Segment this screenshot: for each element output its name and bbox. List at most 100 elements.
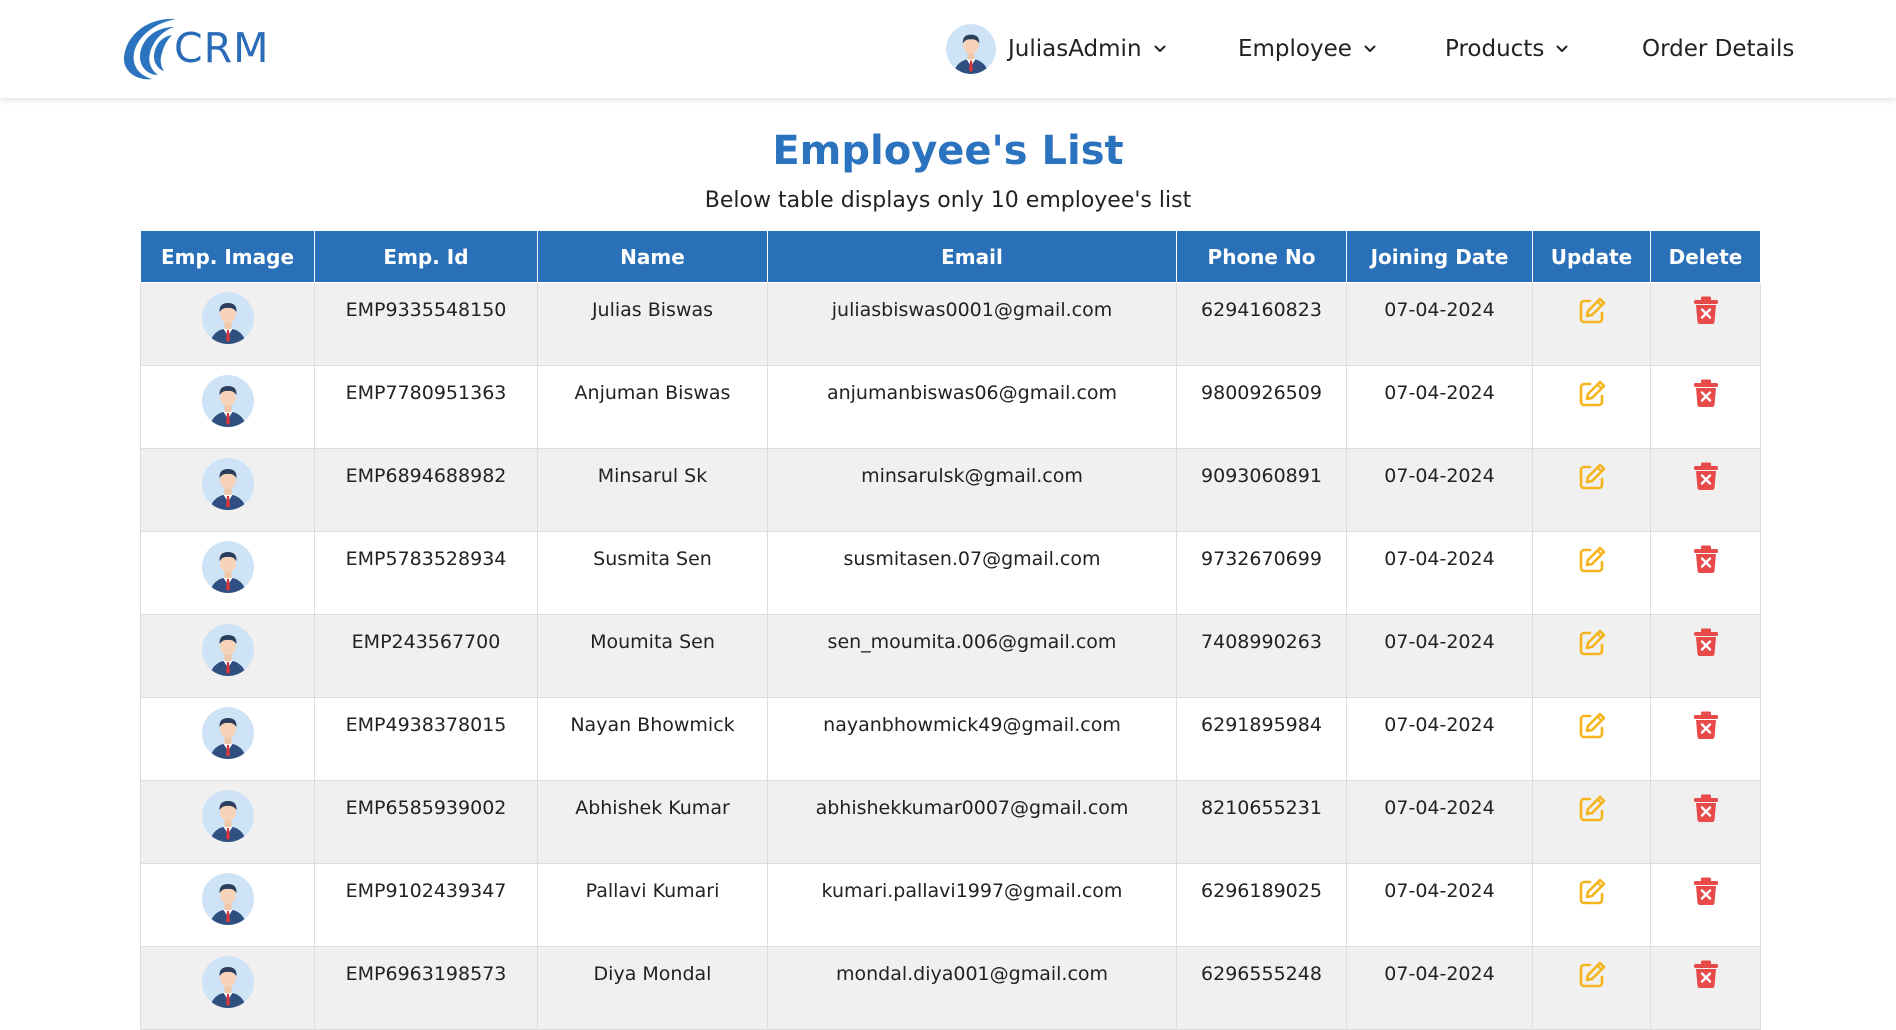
emp-joining-date: 07-04-2024 [1384,963,1495,985]
edit-icon[interactable] [1576,627,1608,664]
header-emp-id: Emp. Id [314,230,538,283]
emp-joining-date: 07-04-2024 [1384,382,1495,404]
joining-date-cell: 07-04-2024 [1346,946,1533,1030]
update-cell [1532,365,1651,449]
emp-name: Nayan Bhowmick [570,714,735,736]
emp-id-cell: EMP4938378015 [314,697,538,781]
trash-icon[interactable] [1692,378,1720,413]
update-cell [1532,531,1651,615]
trash-icon[interactable] [1692,793,1720,828]
order-details-label: Order Details [1642,36,1795,62]
edit-icon[interactable] [1576,378,1608,415]
emp-id: EMP9335548150 [345,299,507,321]
update-cell [1532,780,1651,864]
trash-icon[interactable] [1692,544,1720,579]
delete-cell [1650,614,1761,698]
employee-menu[interactable]: Employee [1238,0,1376,98]
emp-phone: 8210655231 [1201,797,1322,819]
phone-cell: 9800926509 [1176,365,1347,449]
products-menu[interactable]: Products [1445,0,1568,98]
emp-phone: 9800926509 [1201,382,1322,404]
edit-icon[interactable] [1576,461,1608,498]
name-cell: Pallavi Kumari [537,863,768,947]
emp-email: susmitasen.07@gmail.com [843,548,1101,570]
employee-avatar-icon [202,624,254,676]
emp-image-cell [140,946,315,1030]
joining-date-cell: 07-04-2024 [1346,780,1533,864]
trash-icon[interactable] [1692,959,1720,994]
table-row: EMP243567700 Moumita Sen sen_moumita.006@g… [140,614,1761,698]
header-update: Update [1532,230,1651,283]
edit-icon[interactable] [1576,295,1608,332]
crm-logo[interactable]: CRM [118,12,270,84]
name-cell: Anjuman Biswas [537,365,768,449]
page-subtitle: Below table displays only 10 employee's … [704,188,1192,213]
edit-icon[interactable] [1576,793,1608,830]
name-cell: Susmita Sen [537,531,768,615]
emp-id-cell: EMP6963198573 [314,946,538,1030]
delete-cell [1650,365,1761,449]
emp-image-cell [140,531,315,615]
phone-cell: 6296189025 [1176,863,1347,947]
header-name: Name [537,230,768,283]
emp-joining-date: 07-04-2024 [1384,548,1495,570]
delete-cell [1650,780,1761,864]
emp-id-cell: EMP6894688982 [314,448,538,532]
trash-icon[interactable] [1692,710,1720,745]
joining-date-cell: 07-04-2024 [1346,863,1533,947]
email-cell: susmitasen.07@gmail.com [767,531,1177,615]
name-cell: Abhishek Kumar [537,780,768,864]
trash-icon[interactable] [1692,627,1720,662]
table-row: EMP9102439347 Pallavi Kumari kumari.pallav… [140,863,1761,947]
emp-email: sen_moumita.006@gmail.com [827,631,1117,653]
emp-id-cell: EMP5783528934 [314,531,538,615]
header-email: Email [767,230,1177,283]
delete-cell [1650,531,1761,615]
header-joining-date: Joining Date [1346,230,1533,283]
emp-email: nayanbhowmick49@gmail.com [823,714,1121,736]
emp-email: mondal.diya001@gmail.com [835,963,1109,985]
order-details-link[interactable]: Order Details [1642,0,1794,98]
table-row: EMP5783528934 Susmita Sen susmitasen.07@gm… [140,531,1761,615]
emp-image-cell [140,780,315,864]
edit-icon[interactable] [1576,544,1608,581]
joining-date-cell: 07-04-2024 [1346,282,1533,366]
user-menu[interactable]: JuliasAdmin [946,0,1166,98]
user-avatar-icon [946,24,996,74]
delete-cell [1650,448,1761,532]
employee-menu-label: Employee [1238,36,1352,62]
emp-phone: 6291895984 [1201,714,1322,736]
name-cell: Nayan Bhowmick [537,697,768,781]
emp-name: Moumita Sen [590,631,715,653]
trash-icon[interactable] [1692,461,1720,496]
emp-id: EMP9102439347 [345,880,507,902]
emp-phone: 6294160823 [1201,299,1322,321]
emp-email: abhishekkumar0007@gmail.com [815,797,1129,819]
phone-cell: 6296555248 [1176,946,1347,1030]
emp-phone: 7408990263 [1201,631,1322,653]
email-cell: kumari.pallavi1997@gmail.com [767,863,1177,947]
logo-text: CRM [174,24,270,72]
email-cell: mondal.diya001@gmail.com [767,946,1177,1030]
edit-icon[interactable] [1576,710,1608,747]
edit-icon[interactable] [1576,959,1608,996]
chevron-down-icon [1364,45,1376,53]
update-cell [1532,863,1651,947]
emp-id: EMP243567700 [351,631,501,653]
crm-logo-icon [123,18,176,80]
emp-name: Julias Biswas [591,299,714,321]
table-row: EMP4938378015 Nayan Bhowmick nayanbhowmick… [140,697,1761,781]
phone-cell: 8210655231 [1176,780,1347,864]
edit-icon[interactable] [1576,876,1608,913]
emp-id-cell: EMP6585939002 [314,780,538,864]
emp-id: EMP6585939002 [345,797,507,819]
emp-id-cell: EMP9335548150 [314,282,538,366]
emp-phone: 6296189025 [1201,880,1322,902]
email-cell: abhishekkumar0007@gmail.com [767,780,1177,864]
trash-icon[interactable] [1692,295,1720,330]
delete-cell [1650,282,1761,366]
employee-avatar-icon [202,873,254,925]
phone-cell: 6291895984 [1176,697,1347,781]
chevron-down-icon [1556,45,1568,53]
employee-avatar-icon [202,458,254,510]
